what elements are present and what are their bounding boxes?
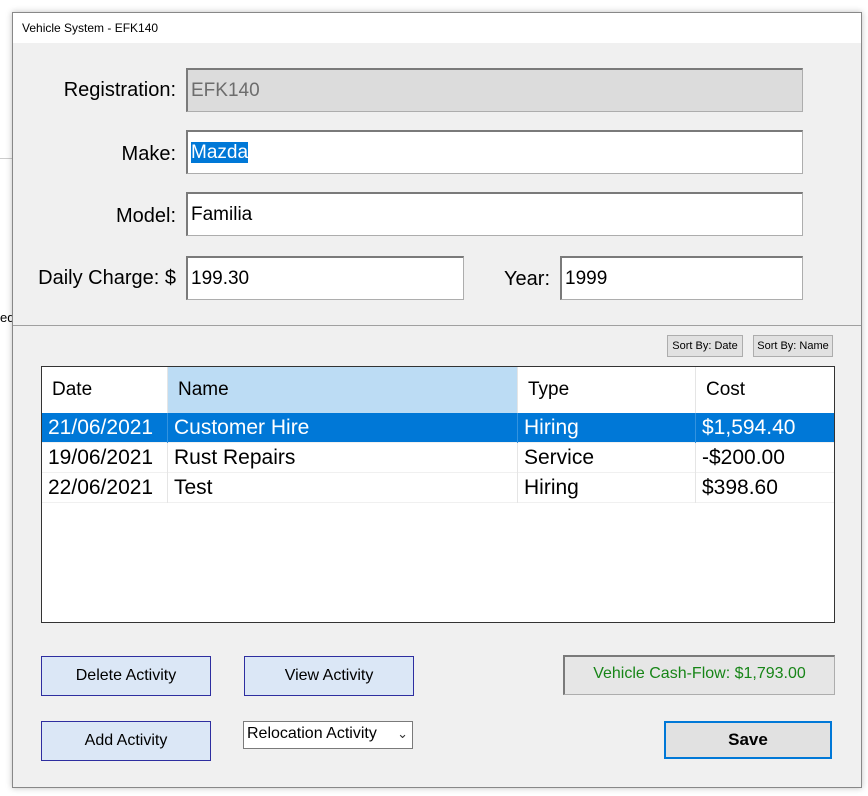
activity-type-selected: Relocation Activity: [247, 725, 377, 742]
activity-row-selected[interactable]: 21/06/2021 Customer Hire Hiring $1,594.4…: [42, 413, 834, 443]
vehicle-window: Vehicle System - EFK140 Registration: EF…: [12, 12, 862, 788]
row-cost: -$200.00: [702, 446, 785, 469]
title-bar[interactable]: Vehicle System - EFK140: [13, 13, 861, 43]
daily-charge-field[interactable]: 199.30: [186, 256, 464, 300]
make-field[interactable]: Mazda: [186, 130, 803, 174]
activity-type-select[interactable]: Relocation Activity ⌄: [243, 721, 413, 749]
row-type: Hiring: [518, 413, 696, 443]
column-header-date[interactable]: Date: [42, 367, 168, 413]
column-header-name[interactable]: Name: [168, 367, 518, 413]
chevron-down-icon: ⌄: [397, 726, 408, 741]
activity-row[interactable]: 22/06/2021 Test Hiring $398.60: [42, 473, 834, 503]
window-title: Vehicle System - EFK140: [22, 21, 159, 35]
activity-list-header: Date Name Type Cost: [42, 367, 834, 413]
column-header-cost[interactable]: Cost: [696, 367, 834, 413]
row-name: Customer Hire: [168, 413, 518, 443]
row-cost: $398.60: [702, 476, 778, 499]
year-field[interactable]: 1999: [560, 256, 803, 300]
row-name: Rust Repairs: [168, 443, 518, 473]
view-activity-button[interactable]: View Activity: [244, 656, 414, 696]
save-button[interactable]: Save: [664, 721, 832, 759]
model-label: Model:: [115, 205, 176, 227]
row-name: Test: [168, 473, 518, 503]
model-field[interactable]: Familia: [186, 192, 803, 236]
background-window-text: ed: [0, 310, 12, 325]
delete-activity-button[interactable]: Delete Activity: [41, 656, 211, 696]
make-label: Make:: [121, 143, 176, 165]
activity-row[interactable]: 19/06/2021 Rust Repairs Service -$200.00: [42, 443, 834, 473]
registration-label: Registration:: [63, 79, 176, 101]
activity-list[interactable]: Date Name Type Cost 21/06/2021 Customer …: [41, 366, 835, 623]
row-type: Service: [518, 443, 696, 473]
cashflow-display: Vehicle Cash-Flow: $1,793.00: [563, 655, 835, 695]
row-cost: $1,594.40: [702, 416, 796, 439]
sort-by-name-button[interactable]: Sort By: Name: [753, 335, 833, 357]
row-date: 21/06/2021: [42, 413, 168, 443]
registration-field: EFK140: [186, 68, 803, 112]
section-separator: [13, 325, 861, 326]
background-divider: [0, 158, 12, 159]
daily-charge-label: Daily Charge: $: [38, 267, 176, 289]
row-type: Hiring: [518, 473, 696, 503]
row-date: 22/06/2021: [42, 473, 168, 503]
sort-by-date-button[interactable]: Sort By: Date: [667, 335, 743, 357]
row-date: 19/06/2021: [42, 443, 168, 473]
year-label: Year:: [504, 268, 550, 290]
column-header-type[interactable]: Type: [518, 367, 696, 413]
add-activity-button[interactable]: Add Activity: [41, 721, 211, 761]
